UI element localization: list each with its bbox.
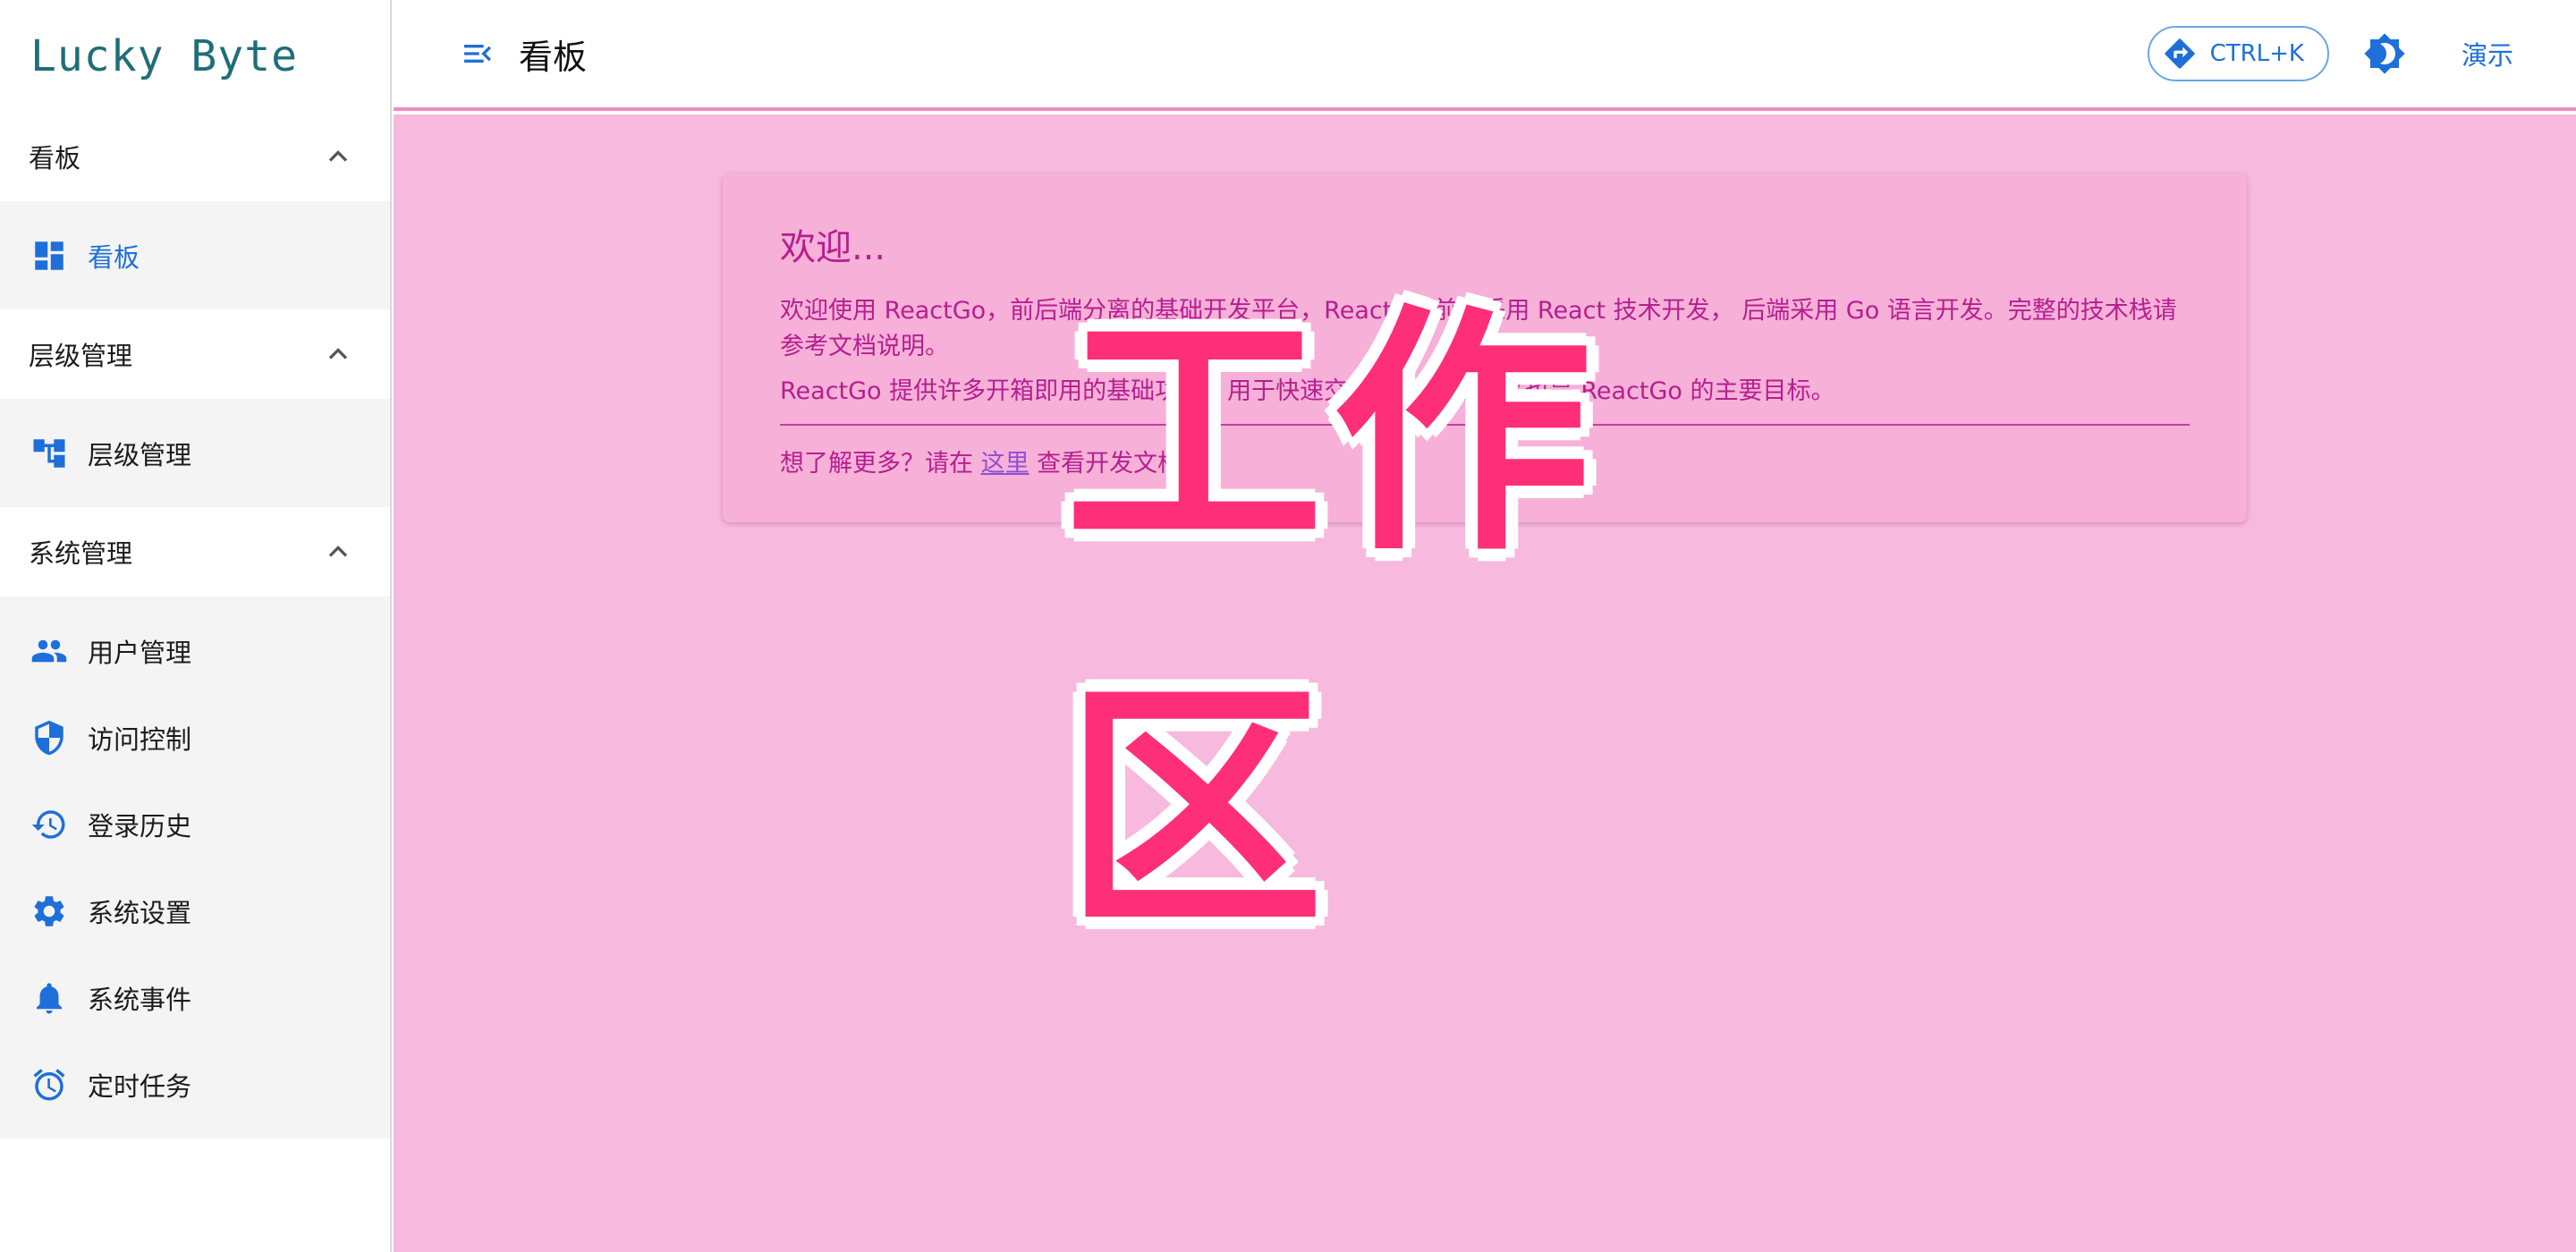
brand-logo[interactable]: Lucky Byte xyxy=(0,0,390,112)
sidebar-item-hierarchy[interactable]: 层级管理 xyxy=(0,410,390,496)
chevron-up-icon xyxy=(328,150,348,162)
shield-icon xyxy=(30,719,68,757)
chevron-up-icon xyxy=(328,348,348,360)
command-shortcut-label: CTRL+K xyxy=(2209,40,2304,67)
sidebar-group-label: 系统管理 xyxy=(29,538,133,569)
top-bar: 看板 CTRL+K 演示 xyxy=(394,0,2576,111)
command-palette-button[interactable]: CTRL+K xyxy=(2147,26,2329,81)
sidebar: Lucky Byte 看板 看板 层级管理 层级管理 系统管理 用户管理 访问控… xyxy=(0,0,392,1252)
sidebar-item-label: 系统设置 xyxy=(88,897,192,928)
menu-collapse-button[interactable] xyxy=(451,27,504,80)
sidebar-group-body: 层级管理 xyxy=(0,399,390,507)
sidebar-spacer xyxy=(0,1138,390,1192)
workspace-overlay-label: 工作区 xyxy=(1064,284,1798,961)
sidebar-group-body: 看板 xyxy=(0,201,390,309)
sidebar-item-access-control[interactable]: 访问控制 xyxy=(0,694,390,781)
sidebar-group-label: 看板 xyxy=(29,143,81,173)
sidebar-item-events[interactable]: 系统事件 xyxy=(0,954,390,1041)
history-icon xyxy=(30,806,68,843)
alarm-icon xyxy=(30,1066,68,1104)
theme-toggle-button[interactable] xyxy=(2360,29,2410,79)
sidebar-item-label: 用户管理 xyxy=(88,637,192,668)
users-icon xyxy=(30,632,68,670)
sidebar-item-settings[interactable]: 系统设置 xyxy=(0,867,390,954)
learn-more-prefix: 想了解更多？请在 xyxy=(780,450,981,478)
demo-link[interactable]: 演示 xyxy=(2462,35,2513,72)
sidebar-item-users[interactable]: 用户管理 xyxy=(0,607,390,694)
chevron-up-icon xyxy=(328,546,348,557)
bell-icon xyxy=(30,979,68,1017)
docs-link[interactable]: 这里 xyxy=(981,450,1030,478)
sidebar-group-body: 用户管理 访问控制 登录历史 系统设置 系统事件 定时任务 xyxy=(0,596,390,1138)
sidebar-item-label: 定时任务 xyxy=(88,1070,192,1102)
sidebar-group-system[interactable]: 系统管理 xyxy=(0,507,390,596)
sidebar-item-label: 层级管理 xyxy=(88,439,192,470)
sidebar-item-label: 访问控制 xyxy=(88,723,192,755)
gear-icon xyxy=(30,892,68,930)
sidebar-group-hierarchy[interactable]: 层级管理 xyxy=(0,309,390,399)
menu-collapse-icon xyxy=(464,45,491,63)
page-title: 看板 xyxy=(519,37,588,77)
header-actions: CTRL+K 演示 xyxy=(2147,26,2576,81)
sidebar-item-label: 系统事件 xyxy=(88,984,192,1015)
sidebar-item-label: 看板 xyxy=(88,241,140,273)
sidebar-item-label: 登录历史 xyxy=(88,810,192,842)
dashboard-icon xyxy=(30,237,68,275)
sidebar-item-dashboard[interactable]: 看板 xyxy=(0,212,390,299)
sidebar-item-login-history[interactable]: 登录历史 xyxy=(0,781,390,867)
sidebar-group-label: 层级管理 xyxy=(29,341,133,371)
hierarchy-icon xyxy=(30,435,68,472)
sidebar-group-dashboard[interactable]: 看板 xyxy=(0,112,390,201)
sidebar-item-scheduled-tasks[interactable]: 定时任务 xyxy=(0,1041,390,1128)
brightness-icon xyxy=(2364,33,2405,74)
directions-icon xyxy=(2164,38,2195,69)
